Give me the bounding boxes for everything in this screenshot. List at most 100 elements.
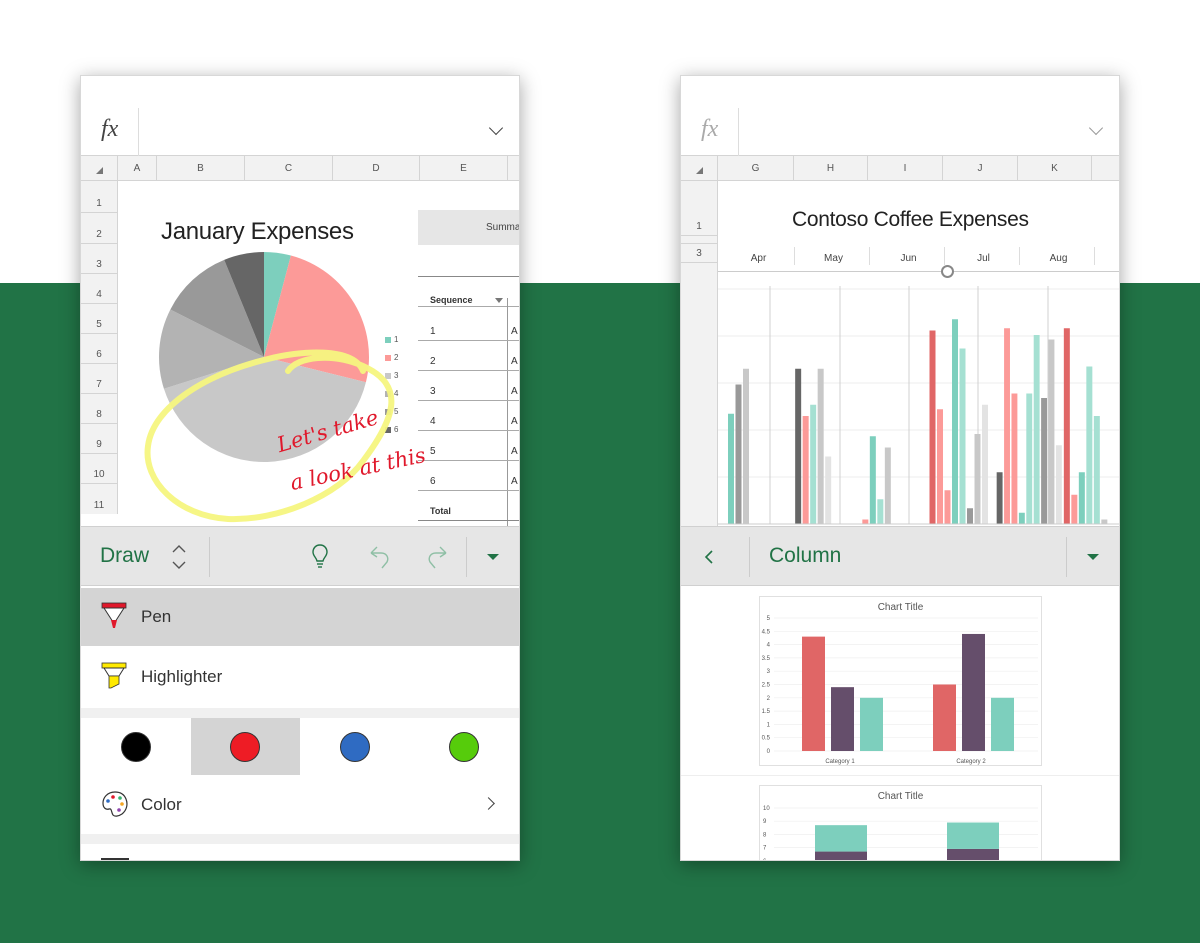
menu-item-highlighter[interactable]: Highlighter bbox=[81, 648, 519, 706]
column-bar[interactable] bbox=[929, 330, 936, 525]
formula-bar[interactable]: fx bbox=[681, 76, 1119, 156]
chevron-down-icon[interactable] bbox=[1088, 120, 1104, 136]
column-bar[interactable] bbox=[982, 404, 988, 524]
ribbon-tab-draw[interactable]: Draw bbox=[100, 544, 149, 568]
row-header[interactable]: 6 bbox=[81, 334, 117, 364]
chevron-down-icon[interactable] bbox=[488, 120, 504, 136]
column-bar[interactable] bbox=[974, 434, 981, 524]
column-bar[interactable] bbox=[1041, 398, 1048, 524]
column-bar[interactable] bbox=[937, 409, 943, 524]
column-bar[interactable] bbox=[728, 413, 734, 524]
table-cell-sequence[interactable]: 2 bbox=[430, 356, 436, 367]
column-bar[interactable] bbox=[1048, 339, 1055, 525]
column-bar[interactable] bbox=[1071, 494, 1078, 524]
column-bar[interactable] bbox=[795, 368, 802, 524]
column-bar[interactable] bbox=[944, 490, 951, 524]
column-bar[interactable] bbox=[802, 416, 809, 524]
column-header[interactable]: J bbox=[943, 156, 1018, 181]
column-bar[interactable] bbox=[869, 436, 876, 524]
column-bar[interactable] bbox=[1093, 416, 1100, 524]
table-cell-sequence[interactable]: 1 bbox=[430, 326, 436, 337]
row-header[interactable]: 4 bbox=[81, 274, 117, 304]
column-bar[interactable] bbox=[810, 404, 817, 524]
column-bar[interactable] bbox=[884, 447, 891, 525]
column-bar[interactable] bbox=[959, 348, 966, 525]
row-header[interactable]: 3 bbox=[81, 244, 117, 274]
row-header[interactable]: 11 bbox=[81, 484, 117, 514]
table-cell-next[interactable]: A bbox=[511, 326, 518, 337]
swatch-black[interactable] bbox=[81, 718, 191, 775]
column-bar[interactable] bbox=[1063, 328, 1070, 524]
column-header[interactable]: H bbox=[794, 156, 868, 181]
table-cell-next[interactable]: A bbox=[511, 476, 518, 487]
swatch-red[interactable] bbox=[190, 718, 300, 775]
ribbon-collapse-icon[interactable] bbox=[1087, 554, 1099, 560]
column-bar[interactable] bbox=[996, 472, 1003, 524]
table-cell-next[interactable]: A bbox=[511, 416, 518, 427]
undo-icon[interactable] bbox=[367, 544, 391, 570]
formula-bar[interactable]: fx bbox=[81, 76, 519, 156]
redo-icon[interactable] bbox=[426, 544, 450, 570]
column-bar[interactable] bbox=[825, 456, 832, 525]
row-header[interactable]: 3 bbox=[681, 244, 717, 263]
column-bar[interactable] bbox=[817, 368, 824, 524]
menu-item-color[interactable]: Color bbox=[81, 776, 519, 834]
column-bar[interactable] bbox=[1055, 445, 1062, 524]
column-bar[interactable] bbox=[952, 319, 958, 524]
column-header[interactable]: G bbox=[718, 156, 794, 181]
row-header[interactable]: 1 bbox=[81, 181, 117, 213]
ribbon-collapse-icon[interactable] bbox=[487, 554, 499, 560]
tab-switcher-chevrons-icon[interactable] bbox=[171, 543, 187, 571]
menu-item-pen[interactable]: Pen bbox=[81, 588, 519, 646]
column-bar[interactable] bbox=[1101, 519, 1108, 525]
sheet-grid[interactable]: Contoso Coffee Expenses Apr May Jun Jul Aug bbox=[718, 181, 1119, 526]
filter-dropdown-icon[interactable] bbox=[495, 298, 503, 303]
column-header[interactable]: K bbox=[1018, 156, 1092, 181]
row-header[interactable]: 9 bbox=[81, 424, 117, 454]
select-all-corner[interactable] bbox=[681, 156, 718, 181]
column-bar[interactable] bbox=[1018, 512, 1025, 524]
chart-option-clustered-column[interactable]: Chart Title 0 0.5 1 1.5 2 2.5 3 3.5 4 4.5 5 Categor… bbox=[759, 596, 1042, 766]
row-header[interactable] bbox=[681, 236, 717, 244]
column-header[interactable]: A bbox=[118, 156, 157, 181]
column-header[interactable]: I bbox=[868, 156, 943, 181]
column-bar[interactable] bbox=[735, 384, 742, 525]
column-bar[interactable] bbox=[862, 519, 869, 525]
table-cell-sequence[interactable]: 6 bbox=[430, 476, 436, 487]
column-chart-main[interactable] bbox=[718, 286, 1119, 526]
column-bar[interactable] bbox=[1086, 366, 1093, 525]
timeline-month[interactable]: Jul bbox=[946, 253, 1021, 264]
column-bar[interactable] bbox=[743, 368, 749, 524]
column-header[interactable]: B bbox=[157, 156, 245, 181]
timeline-month[interactable]: Aug bbox=[1021, 253, 1096, 264]
table-cell-next[interactable]: A bbox=[511, 356, 518, 367]
column-bar[interactable] bbox=[1026, 393, 1033, 525]
swatch-green[interactable] bbox=[410, 718, 520, 775]
sheet-grid[interactable]: January Expenses Summa Sequence 1A2A3A4A… bbox=[118, 181, 519, 526]
row-header[interactable]: 7 bbox=[81, 364, 117, 394]
back-chevron-icon[interactable] bbox=[703, 549, 715, 565]
column-header[interactable]: E bbox=[420, 156, 508, 181]
row-header[interactable]: 2 bbox=[81, 213, 117, 244]
timeline-month[interactable]: May bbox=[796, 253, 871, 264]
column-bar[interactable] bbox=[1004, 328, 1010, 524]
timeline-month[interactable]: Apr bbox=[721, 253, 796, 264]
timeline-month[interactable]: Jun bbox=[871, 253, 946, 264]
column-bar[interactable] bbox=[877, 499, 884, 524]
row-header[interactable]: 1 bbox=[681, 181, 717, 236]
table-cell-next[interactable]: A bbox=[511, 386, 518, 397]
row-header[interactable]: 10 bbox=[81, 454, 117, 484]
row-header[interactable]: 8 bbox=[81, 394, 117, 424]
column-bar[interactable] bbox=[1033, 335, 1040, 524]
swatch-blue[interactable] bbox=[300, 718, 410, 775]
timeline-handle[interactable] bbox=[941, 265, 954, 278]
column-header[interactable]: D bbox=[333, 156, 420, 181]
summary-header-cell[interactable]: Summa bbox=[418, 210, 519, 245]
table-cell-sequence[interactable]: 5 bbox=[430, 446, 436, 457]
lightbulb-icon[interactable] bbox=[310, 542, 330, 570]
table-cell-sequence[interactable]: 3 bbox=[430, 386, 436, 397]
row-header[interactable]: 5 bbox=[81, 304, 117, 334]
chart-option-stacked-column[interactable]: Chart Title 678910 bbox=[759, 785, 1042, 860]
table-cell-sequence[interactable]: 4 bbox=[430, 416, 436, 427]
table-cell-next[interactable]: A bbox=[511, 446, 518, 457]
